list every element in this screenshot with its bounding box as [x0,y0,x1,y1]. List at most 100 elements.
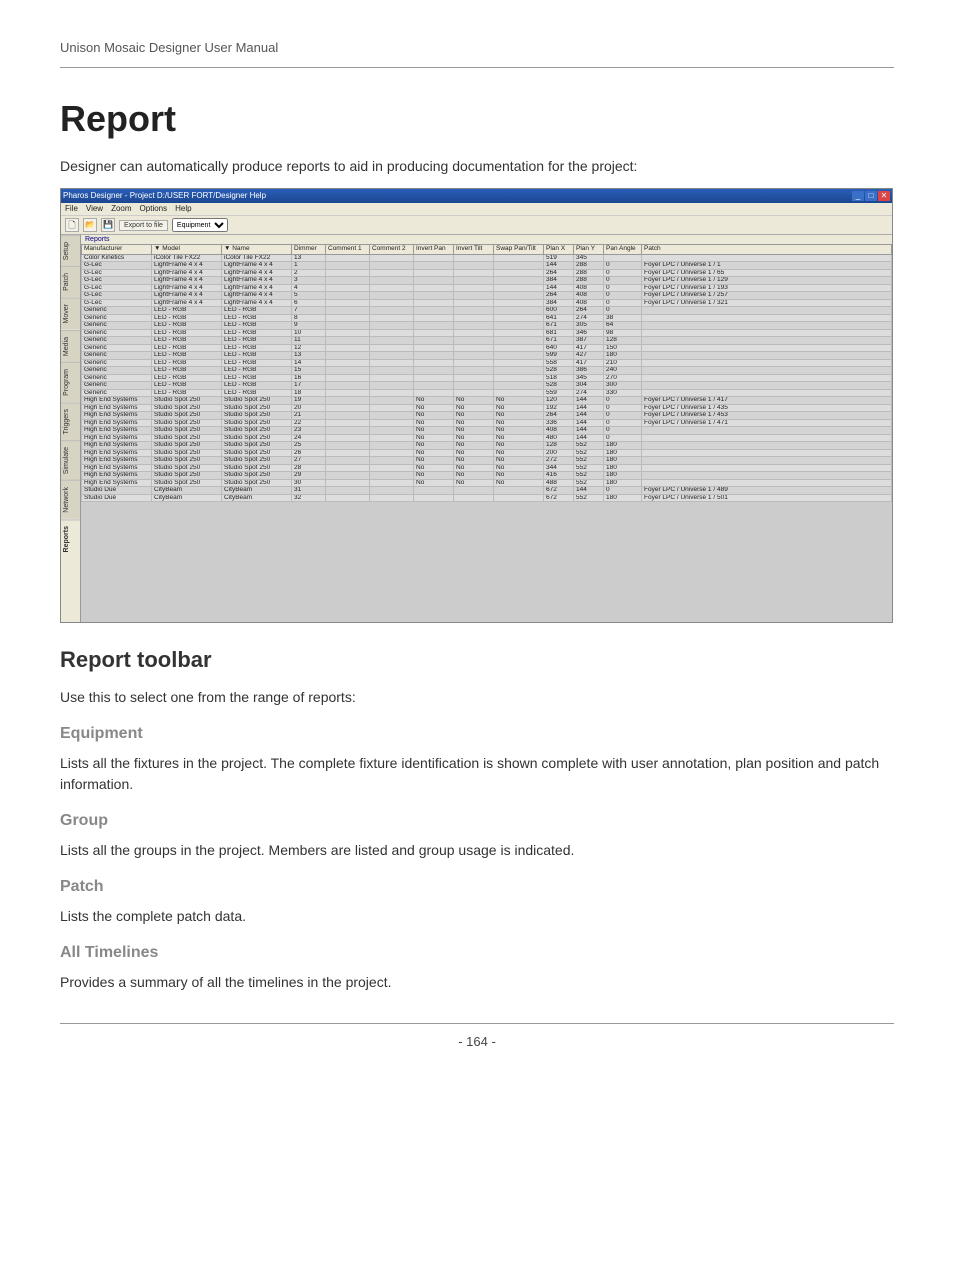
sidetab-reports[interactable]: Reports [61,519,80,558]
table-cell: 0 [604,277,642,285]
table-cell: 552 [574,449,604,457]
table-cell: High End Systems [82,449,152,457]
table-row[interactable]: High End SystemsStudio Spot 250Studio Sp… [82,449,892,457]
table-row[interactable]: G-LecLightFrame 4 x 4LightFrame 4 x 4226… [82,269,892,277]
menu-view[interactable]: View [86,205,103,213]
table-row[interactable]: GenericLED - RGBLED - RGB18559274330 [82,389,892,397]
col-pan-angle[interactable]: Pan Angle [604,245,642,255]
open-button[interactable] [83,218,97,232]
table-cell: Generic [82,307,152,315]
table-row[interactable]: High End SystemsStudio Spot 250Studio Sp… [82,412,892,420]
table-row[interactable]: High End SystemsStudio Spot 250Studio Sp… [82,404,892,412]
table-cell [414,314,454,322]
new-button[interactable] [65,218,79,232]
save-button[interactable] [101,218,115,232]
table-row[interactable]: GenericLED - RGBLED - RGB17528304300 [82,382,892,390]
table-cell: LED - RGB [222,367,292,375]
table-row[interactable]: High End SystemsStudio Spot 250Studio Sp… [82,427,892,435]
col-name[interactable]: ▼ Name [222,245,292,255]
table-cell: 427 [574,352,604,360]
table-row[interactable]: G-LecLightFrame 4 x 4LightFrame 4 x 4526… [82,292,892,300]
sub-group-title: Group [60,812,894,830]
table-cell [370,262,414,270]
menu-zoom[interactable]: Zoom [111,205,131,213]
table-row[interactable]: G-LecLightFrame 4 x 4LightFrame 4 x 4338… [82,277,892,285]
table-row[interactable]: GenericLED - RGBLED - RGB16518345270 [82,374,892,382]
table-row[interactable]: Color KineticsiColor Tile FX22iColor Til… [82,254,892,262]
table-row[interactable]: GenericLED - RGBLED - RGB15528386240 [82,367,892,375]
col-swap-pt[interactable]: Swap Pan/Tilt [494,245,544,255]
col-dimmer[interactable]: Dimmer [292,245,326,255]
table-cell: LED - RGB [222,329,292,337]
sidetab-mover[interactable]: Mover [61,297,80,329]
table-row[interactable]: High End SystemsStudio Spot 250Studio Sp… [82,419,892,427]
window-close-button[interactable]: ✕ [878,191,890,201]
table-row[interactable]: GenericLED - RGBLED - RGB13599427180 [82,352,892,360]
table-cell: High End Systems [82,457,152,465]
table-row[interactable]: G-LecLightFrame 4 x 4LightFrame 4 x 4638… [82,299,892,307]
table-cell: Studio Spot 250 [222,412,292,420]
sidetab-setup[interactable]: Setup [61,235,80,266]
table-cell: 305 [574,322,604,330]
table-cell: 180 [604,479,642,487]
report-type-select[interactable]: Equipment [172,218,228,232]
menu-help[interactable]: Help [175,205,191,213]
table-cell [414,382,454,390]
col-comment1[interactable]: Comment 1 [326,245,370,255]
table-cell [642,352,892,360]
col-invert-tilt[interactable]: Invert Tilt [454,245,494,255]
table-row[interactable]: GenericLED - RGBLED - RGB967130564 [82,322,892,330]
table-cell: Studio Spot 250 [152,412,222,420]
sub-patch-title: Patch [60,878,894,896]
col-model[interactable]: ▼ Model [152,245,222,255]
sidetab-triggers[interactable]: Triggers [61,402,80,440]
col-comment2[interactable]: Comment 2 [370,245,414,255]
window-max-button[interactable]: □ [865,191,877,201]
col-patch[interactable]: Patch [642,245,892,255]
menu-options[interactable]: Options [140,205,168,213]
table-cell: No [494,449,544,457]
sidetab-patch[interactable]: Patch [61,266,80,297]
export-button[interactable]: Export to file [119,220,168,231]
table-row[interactable]: GenericLED - RGBLED - RGB76002640 [82,307,892,315]
table-row[interactable]: High End SystemsStudio Spot 250Studio Sp… [82,464,892,472]
col-plan-x[interactable]: Plan X [544,245,574,255]
menu-file[interactable]: File [65,205,78,213]
table-row[interactable]: High End SystemsStudio Spot 250Studio Sp… [82,442,892,450]
sidetab-simulate[interactable]: Simulate [61,440,80,480]
table-cell: High End Systems [82,419,152,427]
table-cell: Foyer LPC / Universe 1 / 1 [642,262,892,270]
table-cell [370,472,414,480]
table-row[interactable]: High End SystemsStudio Spot 250Studio Sp… [82,434,892,442]
table-cell: 32 [292,494,326,502]
table-cell [642,427,892,435]
table-cell [414,389,454,397]
table-row[interactable]: GenericLED - RGBLED - RGB1068134698 [82,329,892,337]
col-manufacturer[interactable]: Manufacturer [82,245,152,255]
col-plan-y[interactable]: Plan Y [574,245,604,255]
table-row[interactable]: GenericLED - RGBLED - RGB864127438 [82,314,892,322]
table-row[interactable]: GenericLED - RGBLED - RGB12640417150 [82,344,892,352]
table-row[interactable]: G-LecLightFrame 4 x 4LightFrame 4 x 4114… [82,262,892,270]
table-cell: 671 [544,322,574,330]
table-row[interactable]: High End SystemsStudio Spot 250Studio Sp… [82,457,892,465]
table-cell: Studio Spot 250 [152,397,222,405]
table-cell [370,337,414,345]
table-row[interactable]: G-LecLightFrame 4 x 4LightFrame 4 x 4414… [82,284,892,292]
table-row[interactable]: Studio DueCityBeamCityBeam316721440Foyer… [82,487,892,495]
table-row[interactable]: High End SystemsStudio Spot 250Studio Sp… [82,472,892,480]
table-row[interactable]: GenericLED - RGBLED - RGB14558417210 [82,359,892,367]
table-cell: 200 [544,449,574,457]
table-row[interactable]: GenericLED - RGBLED - RGB11671387128 [82,337,892,345]
sidetab-media[interactable]: Media [61,330,80,362]
table-row[interactable]: High End SystemsStudio Spot 250Studio Sp… [82,397,892,405]
sidetab-network[interactable]: Network [61,480,80,519]
table-row[interactable]: Studio DueCityBeamCityBeam32672552180Foy… [82,494,892,502]
sidetab-program[interactable]: Program [61,362,80,402]
table-cell: 144 [544,284,574,292]
window-min-button[interactable]: _ [852,191,864,201]
table-row[interactable]: High End SystemsStudio Spot 250Studio Sp… [82,479,892,487]
work-area: Setup Patch Mover Media Program Triggers… [61,235,892,622]
table-cell: 180 [604,442,642,450]
col-invert-pan[interactable]: Invert Pan [414,245,454,255]
